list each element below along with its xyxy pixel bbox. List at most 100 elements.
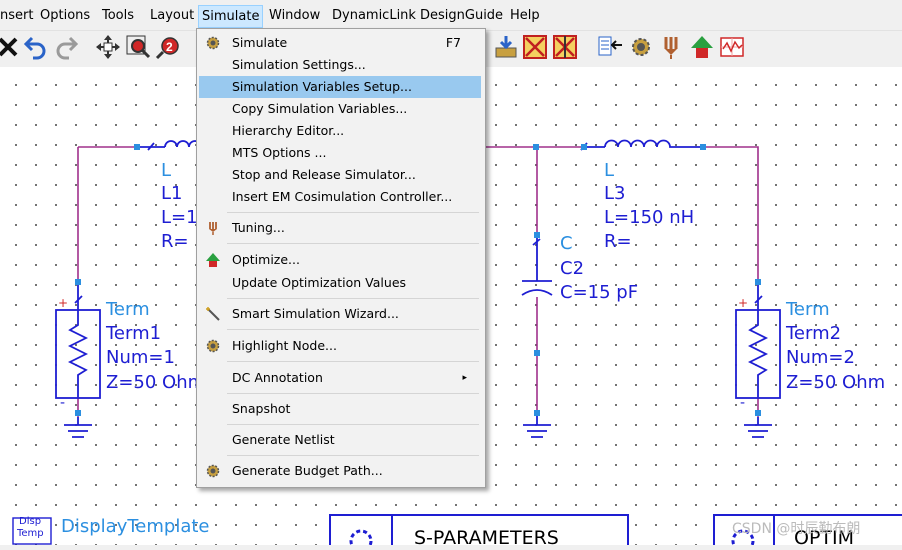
zoom-area-icon[interactable]	[124, 33, 152, 61]
term2-z-label: Z=50 Ohm	[786, 372, 886, 393]
optimize-icon[interactable]	[688, 33, 716, 61]
term1-name-label: Term1	[106, 323, 162, 344]
gear-icon	[206, 339, 220, 353]
simulate-gear-icon[interactable]	[627, 33, 655, 61]
term1-plus-mark: +	[58, 296, 69, 310]
zoom-in-icon[interactable]: 2	[154, 33, 182, 61]
menu-item-label: Highlight Node...	[232, 338, 337, 353]
display-template-icon-line1: Disp	[19, 516, 42, 527]
menu-separator	[227, 361, 479, 362]
deactivate-component-icon[interactable]	[521, 33, 549, 61]
simulate-dropdown-menu: Simulate F7 Simulation Settings... Simul…	[196, 28, 486, 488]
delete-icon[interactable]	[0, 33, 22, 61]
menu-item-label: Copy Simulation Variables...	[232, 101, 408, 116]
menu-item-label: Generate Budget Path...	[232, 463, 383, 478]
term2-num-label: Num=2	[786, 347, 855, 368]
menu-item-copy-simulation-variables[interactable]: Copy Simulation Variables...	[199, 98, 481, 120]
menu-separator	[227, 424, 479, 425]
l1-r-label: R=	[161, 231, 189, 252]
menu-simulate[interactable]: Simulate	[198, 5, 264, 28]
menu-separator	[227, 298, 479, 299]
menu-item-shortcut: F7	[445, 35, 461, 50]
term2-type-label: Term	[786, 299, 830, 320]
gear-icon	[206, 36, 220, 50]
menu-item-label: Generate Netlist	[232, 432, 335, 447]
menu-item-smart-simulation-wizard[interactable]: Smart Simulation Wizard...	[199, 303, 481, 325]
menu-item-generate-budget-path[interactable]: Generate Budget Path...	[199, 460, 481, 482]
menu-item-hierarchy-editor[interactable]: Hierarchy Editor...	[199, 120, 481, 142]
term2-name-label: Term2	[786, 323, 842, 344]
menu-item-label: Simulation Variables Setup...	[232, 79, 412, 94]
menu-insert[interactable]: nsert	[0, 5, 36, 27]
menu-item-label: Simulate	[232, 35, 288, 50]
menu-item-label: Stop and Release Simulator...	[232, 167, 416, 182]
move-icon[interactable]	[94, 33, 122, 61]
menu-designguide[interactable]: DesignGuide	[417, 5, 506, 27]
l3-name-label: L3	[604, 183, 626, 204]
menu-item-simulation-variables-setup[interactable]: Simulation Variables Setup...	[199, 76, 481, 98]
menu-window[interactable]: Window	[266, 5, 323, 27]
menu-item-dc-annotation[interactable]: DC Annotation ▸	[199, 367, 481, 389]
submenu-arrow-icon: ▸	[462, 373, 467, 383]
l3-type-label: L	[604, 160, 615, 181]
c2-value-label: C=15 pF	[560, 282, 639, 303]
l3-value-label: L=150 nH	[604, 207, 695, 228]
l1-name-label: L1	[161, 183, 183, 204]
l1-type-label: L	[161, 160, 172, 181]
short-component-icon[interactable]	[551, 33, 579, 61]
data-display-icon[interactable]	[718, 33, 746, 61]
tuning-icon[interactable]	[657, 33, 685, 61]
menu-item-stop-release-simulator[interactable]: Stop and Release Simulator...	[199, 164, 481, 186]
l1-value-label: L=1	[161, 207, 198, 228]
menu-separator	[227, 393, 479, 394]
menu-item-label: Hierarchy Editor...	[232, 123, 345, 138]
menu-layout[interactable]: Layout	[147, 5, 197, 27]
variables-icon[interactable]	[596, 33, 624, 61]
menu-item-optimize[interactable]: Optimize...	[199, 249, 481, 271]
display-template-icon-line2: Temp	[17, 528, 44, 539]
menu-item-simulation-settings[interactable]: Simulation Settings...	[199, 54, 481, 76]
term2-minus-mark: -	[740, 395, 746, 411]
menu-item-highlight-node[interactable]: Highlight Node...	[199, 335, 481, 357]
term1-z-label: Z=50 Ohm	[106, 372, 206, 393]
svg-text:2: 2	[166, 40, 173, 54]
menu-item-update-optimization-values[interactable]: Update Optimization Values	[199, 272, 481, 294]
s-parameters-block-title: S-PARAMETERS	[414, 527, 559, 549]
term1-num-label: Num=1	[106, 347, 175, 368]
optimize-icon	[206, 253, 220, 267]
tuning-fork-icon	[209, 222, 217, 235]
menu-item-label: Insert EM Cosimulation Controller...	[232, 189, 453, 204]
menu-item-label: Snapshot	[232, 401, 291, 416]
wand-icon	[206, 307, 220, 321]
menu-item-simulate[interactable]: Simulate F7	[199, 32, 481, 54]
download-icon[interactable]	[492, 33, 520, 61]
menu-separator	[227, 329, 479, 330]
menu-item-label: DC Annotation	[232, 370, 323, 385]
menu-item-label: Simulation Settings...	[232, 57, 366, 72]
menu-bar: nsert Options Tools Layout Simulate Wind…	[0, 0, 902, 31]
menu-options[interactable]: Options	[37, 5, 93, 27]
menu-dynamiclink[interactable]: DynamicLink	[329, 5, 419, 27]
menu-help[interactable]: Help	[507, 5, 543, 27]
c2-name-label: C2	[560, 258, 585, 279]
menu-item-label: Optimize...	[232, 252, 300, 267]
term1-minus-mark: -	[60, 395, 66, 411]
menu-separator	[227, 243, 479, 244]
display-template-label: DisplayTemplate	[61, 516, 210, 537]
term1-type-label: Term	[106, 299, 150, 320]
undo-icon[interactable]	[22, 33, 50, 61]
term2-plus-mark: +	[738, 296, 749, 310]
l3-r-label: R=	[604, 231, 632, 252]
menu-item-snapshot[interactable]: Snapshot	[199, 398, 481, 420]
menu-item-generate-netlist[interactable]: Generate Netlist	[199, 429, 481, 451]
redo-icon[interactable]	[52, 33, 80, 61]
menu-item-insert-em-cosim-controller[interactable]: Insert EM Cosimulation Controller...	[199, 186, 481, 208]
menu-item-tuning[interactable]: Tuning...	[199, 217, 481, 239]
menu-tools[interactable]: Tools	[99, 5, 137, 27]
menu-item-label: Tuning...	[232, 220, 285, 235]
menu-item-label: MTS Options ...	[232, 145, 327, 160]
c2-type-label: C	[560, 233, 573, 254]
menu-item-label: Smart Simulation Wizard...	[232, 306, 399, 321]
menu-item-mts-options[interactable]: MTS Options ...	[199, 142, 481, 164]
menu-item-label: Update Optimization Values	[232, 275, 407, 290]
